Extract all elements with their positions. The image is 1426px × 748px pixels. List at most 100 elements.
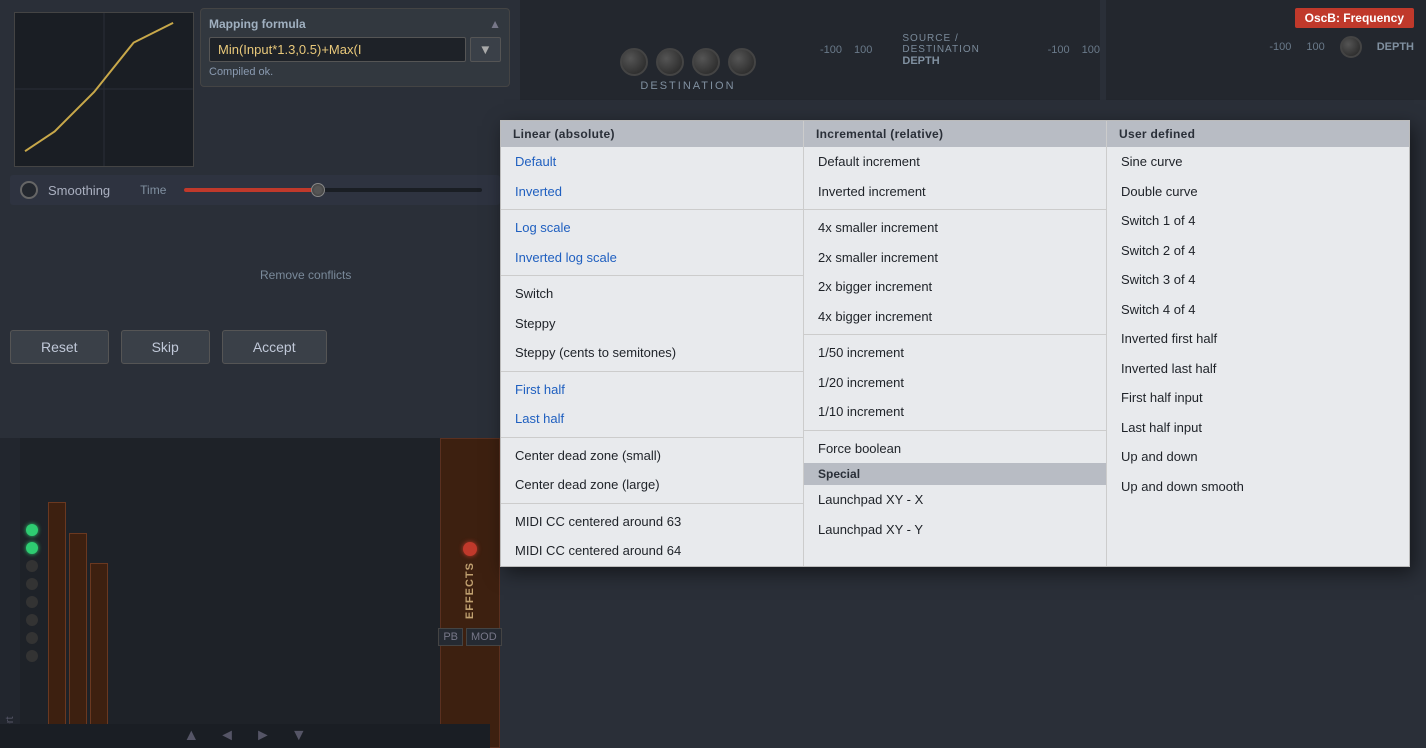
source-depth-label: DEPTH	[902, 55, 1017, 67]
col-header-user-defined: User defined	[1107, 121, 1409, 147]
menu-col-linear: Linear (absolute) Default Inverted Log s…	[501, 121, 804, 566]
fader-3[interactable]	[90, 563, 108, 744]
channel-dot-8	[26, 650, 38, 662]
graph-area	[14, 12, 194, 167]
special-section-header: Special	[804, 463, 1106, 485]
menu-item-steppy-cents[interactable]: Steppy (cents to semitones)	[501, 338, 803, 368]
menu-col-incremental: Incremental (relative) Default increment…	[804, 121, 1107, 566]
source-range-pos: 100	[854, 44, 872, 56]
pb-button[interactable]: PB	[438, 628, 463, 646]
fader-1[interactable]	[48, 502, 66, 744]
scroll-arrows: ▲ ◄ ► ▼	[0, 724, 490, 748]
menu-item-double-curve[interactable]: Double curve	[1107, 177, 1409, 207]
menu-item-up-and-down[interactable]: Up and down	[1107, 442, 1409, 472]
scroll-up-icon[interactable]: ▲	[183, 727, 199, 745]
formula-dropdown-button[interactable]: ▼	[470, 37, 501, 62]
menu-item-default-increment[interactable]: Default increment	[804, 147, 1106, 177]
menu-item-force-boolean[interactable]: Force boolean	[804, 434, 1106, 464]
menu-item-switch-4-of-4[interactable]: Switch 4 of 4	[1107, 295, 1409, 325]
source-dest-section: -100 100 SOURCE / DESTINATION DEPTH -100…	[820, 0, 1100, 100]
src-dest-center: SOURCE / DESTINATION DEPTH	[902, 33, 1017, 67]
menu-item-up-and-down-smooth[interactable]: Up and down smooth	[1107, 472, 1409, 502]
smoothing-label: Smoothing	[48, 183, 110, 198]
menu-col-user-defined: User defined Sine curve Double curve Swi…	[1107, 121, 1409, 566]
channel-dot-4	[26, 578, 38, 590]
oscb-title: OscB: Frequency	[1295, 8, 1414, 28]
menu-item-2x-smaller[interactable]: 2x smaller increment	[804, 243, 1106, 273]
menu-item-first-half[interactable]: First half	[501, 375, 803, 405]
divider-2	[501, 275, 803, 276]
mapping-title: Mapping formula ▲	[209, 17, 501, 31]
dest-knob-1[interactable]	[620, 48, 648, 76]
channel-dot-7	[26, 632, 38, 644]
divider-inc-2	[804, 334, 1106, 335]
menu-item-4x-smaller[interactable]: 4x smaller increment	[804, 213, 1106, 243]
smoothing-toggle[interactable]	[20, 181, 38, 199]
mod-button[interactable]: MOD	[466, 628, 502, 646]
oscb-depth-label: DEPTH	[1377, 41, 1414, 53]
menu-item-launchpad-x[interactable]: Launchpad XY - X	[804, 485, 1106, 515]
menu-item-1-50[interactable]: 1/50 increment	[804, 338, 1106, 368]
scroll-right-icon[interactable]: ►	[255, 727, 271, 745]
formula-input[interactable]	[209, 37, 466, 62]
accept-button[interactable]: Accept	[222, 330, 327, 364]
menu-item-inverted-last-half[interactable]: Inverted last half	[1107, 354, 1409, 384]
menu-item-first-half-input[interactable]: First half input	[1107, 383, 1409, 413]
menu-item-midi-cc-63[interactable]: MIDI CC centered around 63	[501, 507, 803, 537]
scroll-left-icon[interactable]: ◄	[219, 727, 235, 745]
menu-item-inverted-increment[interactable]: Inverted increment	[804, 177, 1106, 207]
menu-item-steppy[interactable]: Steppy	[501, 309, 803, 339]
time-slider[interactable]	[184, 188, 482, 192]
effects-label: EFFECTS	[464, 562, 476, 619]
formula-row: ▼	[209, 37, 501, 62]
dest-knob-2[interactable]	[656, 48, 684, 76]
menu-item-inverted-first-half[interactable]: Inverted first half	[1107, 324, 1409, 354]
effects-area: Insert EFFECTS PB MOD	[0, 438, 500, 748]
menu-item-switch-2-of-4[interactable]: Switch 2 of 4	[1107, 236, 1409, 266]
menu-item-center-dead-large[interactable]: Center dead zone (large)	[501, 470, 803, 500]
menu-item-sine-curve[interactable]: Sine curve	[1107, 147, 1409, 177]
oscb-knob[interactable]	[1340, 36, 1362, 58]
col-header-incremental: Incremental (relative)	[804, 121, 1106, 147]
dest-knob-3[interactable]	[692, 48, 720, 76]
menu-item-switch-3-of-4[interactable]: Switch 3 of 4	[1107, 265, 1409, 295]
channel-dot-5	[26, 596, 38, 608]
menu-item-1-10[interactable]: 1/10 increment	[804, 397, 1106, 427]
reset-button[interactable]: Reset	[10, 330, 109, 364]
destination-label: DESTINATION	[640, 80, 735, 92]
menu-item-inverted[interactable]: Inverted	[501, 177, 803, 207]
channel-dot-2	[26, 542, 38, 554]
source-depth-col: -100 100	[820, 44, 872, 56]
effects-power-button[interactable]	[463, 542, 477, 556]
channel-dot-6	[26, 614, 38, 626]
menu-item-4x-bigger[interactable]: 4x bigger increment	[804, 302, 1106, 332]
destination-knobs	[620, 48, 756, 76]
menu-item-switch-1-of-4[interactable]: Switch 1 of 4	[1107, 206, 1409, 236]
menu-item-last-half[interactable]: Last half	[501, 404, 803, 434]
time-slider-thumb	[311, 183, 325, 197]
menu-item-last-half-input[interactable]: Last half input	[1107, 413, 1409, 443]
channel-dot-3	[26, 560, 38, 572]
mapping-collapse-btn[interactable]: ▲	[489, 17, 501, 31]
divider-3	[501, 371, 803, 372]
dropdown-menu: Linear (absolute) Default Inverted Log s…	[500, 120, 1410, 567]
source-dest-label: SOURCE / DESTINATION	[902, 33, 1017, 55]
menu-item-1-20[interactable]: 1/20 increment	[804, 368, 1106, 398]
menu-item-switch[interactable]: Switch	[501, 279, 803, 309]
menu-item-2x-bigger[interactable]: 2x bigger increment	[804, 272, 1106, 302]
menu-item-launchpad-y[interactable]: Launchpad XY - Y	[804, 515, 1106, 545]
divider-inc-3	[804, 430, 1106, 431]
compiled-status: Compiled ok.	[209, 66, 501, 78]
scroll-down-icon[interactable]: ▼	[291, 727, 307, 745]
source-range: -100 100	[820, 44, 872, 56]
menu-item-log-scale[interactable]: Log scale	[501, 213, 803, 243]
menu-item-midi-cc-64[interactable]: MIDI CC centered around 64	[501, 536, 803, 566]
menu-item-center-dead-small[interactable]: Center dead zone (small)	[501, 441, 803, 471]
menu-item-default[interactable]: Default	[501, 147, 803, 177]
mapping-formula-panel: Mapping formula ▲ ▼ Compiled ok.	[200, 8, 510, 87]
fader-2[interactable]	[69, 533, 87, 744]
skip-button[interactable]: Skip	[121, 330, 210, 364]
oscb-range-neg: -100	[1269, 41, 1291, 53]
menu-item-inverted-log-scale[interactable]: Inverted log scale	[501, 243, 803, 273]
dest-knob-4[interactable]	[728, 48, 756, 76]
